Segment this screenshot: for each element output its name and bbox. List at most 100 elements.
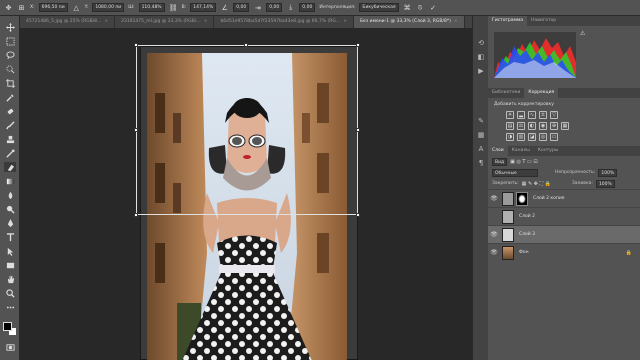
opacity-field[interactable]: 100% bbox=[598, 168, 618, 177]
close-icon[interactable]: × bbox=[343, 19, 347, 24]
color-lookup-icon[interactable]: ▦ bbox=[561, 122, 569, 130]
tab-document-3[interactable]: b6d51e9578ba5d7f23597ba43e8.jpg @ 66,7% … bbox=[214, 16, 354, 28]
marquee-icon[interactable] bbox=[4, 36, 16, 46]
filter-icons[interactable]: ▣ ◎ T ▭ ⊡ bbox=[510, 159, 537, 165]
clone-stamp-icon[interactable] bbox=[4, 134, 16, 144]
selective-color-icon[interactable]: ◎ bbox=[539, 133, 547, 141]
eye-icon[interactable]: 👁 bbox=[488, 195, 500, 202]
vibrance-icon[interactable]: ▽ bbox=[550, 111, 558, 119]
layer-row[interactable]: 👁 Слой 2 копия bbox=[488, 189, 640, 207]
more-tools-icon[interactable] bbox=[4, 302, 16, 312]
delta-icon[interactable]: △ bbox=[72, 3, 81, 12]
transform-handle[interactable] bbox=[134, 128, 138, 132]
x-field[interactable]: 696,50 пи bbox=[38, 3, 68, 12]
layer-row-active[interactable]: 👁 Слой 3 bbox=[488, 225, 640, 243]
layer-row[interactable]: Слой 2 bbox=[488, 207, 640, 225]
pen-icon[interactable] bbox=[4, 218, 16, 228]
link-icon[interactable]: ⛓ bbox=[169, 3, 178, 12]
width-field[interactable]: 110,48% bbox=[138, 3, 165, 12]
quick-select-icon[interactable] bbox=[4, 64, 16, 74]
tab-layers[interactable]: Слои bbox=[488, 146, 508, 156]
levels-icon[interactable]: ▂ bbox=[517, 111, 525, 119]
gradient-icon[interactable] bbox=[4, 176, 16, 186]
panel-dock-strip: ⟲ ◧ ▶ ✎ ▦ A ¶ bbox=[472, 16, 488, 360]
tab-document-1[interactable]: 45721486_5.jpg @ 25% (RGB/8... × bbox=[20, 16, 116, 28]
swatches-icon[interactable]: ▦ bbox=[476, 130, 486, 140]
close-icon[interactable]: × bbox=[104, 19, 108, 24]
type-icon[interactable] bbox=[4, 232, 16, 242]
blend-mode-select[interactable]: Обычные bbox=[492, 168, 538, 177]
invert-icon[interactable]: ◑ bbox=[506, 133, 514, 141]
threshold-icon[interactable]: ◪ bbox=[528, 133, 536, 141]
interpolation-select[interactable]: Бикубическая bbox=[359, 3, 399, 12]
hue-saturation-icon[interactable]: ▤ bbox=[506, 122, 514, 130]
warp-icon[interactable]: ⌘ bbox=[403, 3, 412, 12]
cancel-transform-icon[interactable]: ⦸ bbox=[416, 3, 425, 12]
rectangle-icon[interactable] bbox=[4, 260, 16, 270]
eraser-icon[interactable] bbox=[4, 162, 16, 172]
layer-mask-thumbnail[interactable] bbox=[516, 191, 528, 206]
canvas-area[interactable] bbox=[20, 28, 472, 360]
move-icon[interactable] bbox=[4, 22, 16, 32]
tab-paths[interactable]: Контуры bbox=[534, 146, 563, 156]
dodge-icon[interactable] bbox=[4, 204, 16, 214]
tab-adjustments[interactable]: Коррекция bbox=[524, 88, 559, 98]
foreground-color-swatch[interactable] bbox=[3, 322, 12, 331]
reference-point-icon[interactable]: ⊞ bbox=[17, 3, 26, 12]
gradient-map-icon[interactable]: ▭ bbox=[550, 133, 558, 141]
close-icon[interactable]: × bbox=[204, 19, 208, 24]
channel-mixer-icon[interactable]: ⊕ bbox=[550, 122, 558, 130]
paragraph-icon[interactable]: ¶ bbox=[476, 158, 486, 168]
quick-mask-icon[interactable] bbox=[4, 342, 16, 352]
tab-libraries[interactable]: Библиотеки bbox=[488, 88, 524, 98]
commit-transform-icon[interactable]: ✓ bbox=[429, 3, 438, 12]
color-balance-icon[interactable]: ⚖ bbox=[517, 122, 525, 130]
fill-label: Заливка: bbox=[571, 181, 593, 186]
lasso-icon[interactable] bbox=[4, 50, 16, 60]
eye-icon[interactable]: 👁 bbox=[488, 231, 500, 238]
layer-name: Слой 3 bbox=[519, 232, 535, 237]
close-icon[interactable]: × bbox=[454, 19, 458, 24]
move-tool-icon[interactable]: ✥ bbox=[4, 3, 13, 12]
transform-handle[interactable] bbox=[134, 213, 138, 217]
tab-document-active[interactable]: Без имени-1 @ 33,3% (Слой 3, RGB/8*) × bbox=[353, 16, 465, 28]
zoom-icon[interactable] bbox=[4, 288, 16, 298]
black-white-icon[interactable]: ◐ bbox=[528, 122, 536, 130]
layer-row[interactable]: 👁 Фон 🔒 bbox=[488, 243, 640, 261]
v-skew-field[interactable]: 0,00 bbox=[299, 3, 316, 12]
fill-field[interactable]: 100% bbox=[595, 179, 615, 188]
h-skew-field[interactable]: 0,00 bbox=[266, 3, 283, 12]
healing-brush-icon[interactable] bbox=[4, 106, 16, 116]
curves-icon[interactable]: ∿ bbox=[528, 111, 536, 119]
eye-icon[interactable]: 👁 bbox=[488, 249, 500, 256]
brush-settings-icon[interactable]: ✎ bbox=[476, 116, 486, 126]
lock-icons[interactable]: ▦ ✎ ✥ ⛶ 🔒 bbox=[522, 181, 551, 187]
transform-handle[interactable] bbox=[134, 43, 138, 47]
h-skew-icon: ⇥ bbox=[254, 3, 261, 12]
blur-icon[interactable] bbox=[4, 190, 16, 200]
exposure-icon[interactable]: ± bbox=[539, 111, 547, 119]
angle-field[interactable]: 0,00 bbox=[233, 3, 250, 12]
photo-filter-icon[interactable]: ◉ bbox=[539, 122, 547, 130]
document-canvas[interactable] bbox=[140, 46, 358, 360]
path-select-icon[interactable] bbox=[4, 246, 16, 256]
tab-histogram[interactable]: Гистограмма bbox=[488, 16, 528, 26]
history-icon[interactable]: ⟲ bbox=[476, 38, 486, 48]
brush-icon[interactable] bbox=[4, 120, 16, 130]
tab-navigator[interactable]: Навигатор bbox=[527, 16, 560, 26]
height-field[interactable]: 147,14% bbox=[190, 3, 217, 12]
tab-document-2[interactable]: 23181475_ml.jpg @ 33,3% (RGB/... × bbox=[115, 16, 215, 28]
history-brush-icon[interactable] bbox=[4, 148, 16, 158]
layer-name: Слой 2 bbox=[519, 214, 535, 219]
brightness-icon[interactable]: ☀ bbox=[506, 111, 514, 119]
hand-icon[interactable] bbox=[4, 274, 16, 284]
crop-icon[interactable] bbox=[4, 78, 16, 88]
posterize-icon[interactable]: ▥ bbox=[517, 133, 525, 141]
eyedropper-icon[interactable] bbox=[4, 92, 16, 102]
properties-icon[interactable]: ◧ bbox=[476, 52, 486, 62]
tab-channels[interactable]: Каналы bbox=[508, 146, 534, 156]
y-field[interactable]: 1080,00 пи bbox=[92, 3, 125, 12]
kind-filter-select[interactable]: Вид bbox=[492, 157, 508, 166]
character-icon[interactable]: A bbox=[476, 144, 486, 154]
actions-icon[interactable]: ▶ bbox=[476, 66, 486, 76]
